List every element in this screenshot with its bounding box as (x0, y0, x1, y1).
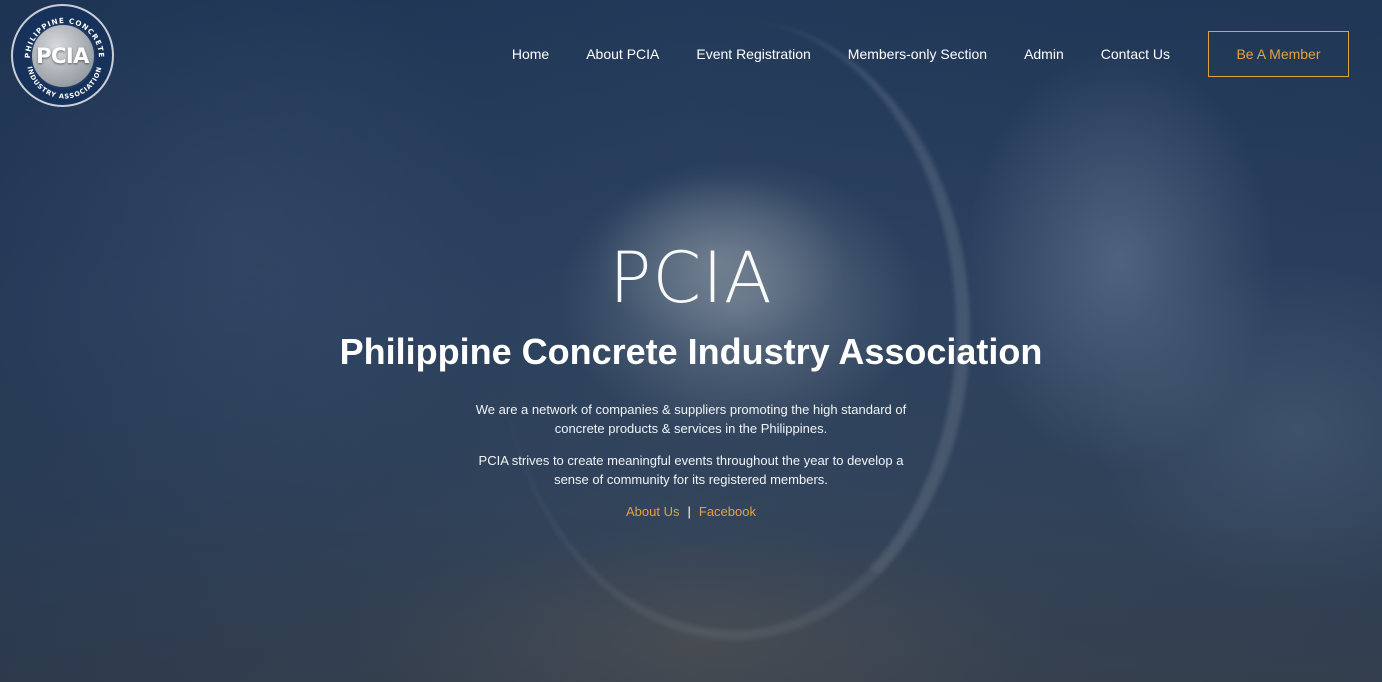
svg-text:INDUSTRY ASSOCIATION: INDUSTRY ASSOCIATION (25, 65, 103, 100)
main-nav: Home About PCIA Event Registration Membe… (512, 31, 1349, 77)
facebook-link[interactable]: Facebook (699, 504, 756, 519)
hero-links: About Us | Facebook (0, 502, 1382, 521)
hero-paragraph-1: We are a network of companies & supplier… (475, 402, 907, 436)
nav-members-only-section[interactable]: Members-only Section (848, 46, 987, 62)
logo-ring-top-text: PHILIPPINE CONCRETE (23, 16, 105, 59)
nav-about-pcia[interactable]: About PCIA (586, 46, 659, 62)
pcia-logo[interactable]: PHILIPPINE CONCRETE INDUSTRY ASSOCIATION… (11, 4, 114, 107)
nav-admin[interactable]: Admin (1024, 46, 1064, 62)
nav-home[interactable]: Home (512, 46, 549, 62)
logo-ring: PHILIPPINE CONCRETE INDUSTRY ASSOCIATION (23, 16, 106, 101)
logo-ring-bottom-text: INDUSTRY ASSOCIATION (25, 65, 102, 100)
be-a-member-button[interactable]: Be A Member (1208, 31, 1349, 77)
hero-content: PCIA Philippine Concrete Industry Associ… (0, 236, 1382, 521)
about-us-link[interactable]: About Us (626, 504, 679, 519)
hero-subtitle: Philippine Concrete Industry Association (339, 331, 1043, 372)
svg-text:PHILIPPINE CONCRETE: PHILIPPINE CONCRETE (23, 16, 106, 59)
hero-title: PCIA (609, 237, 773, 319)
hero-paragraph-2: PCIA strives to create meaningful events… (478, 453, 904, 487)
nav-event-registration[interactable]: Event Registration (696, 46, 810, 62)
nav-contact-us[interactable]: Contact Us (1101, 46, 1170, 62)
link-separator: | (687, 504, 691, 519)
